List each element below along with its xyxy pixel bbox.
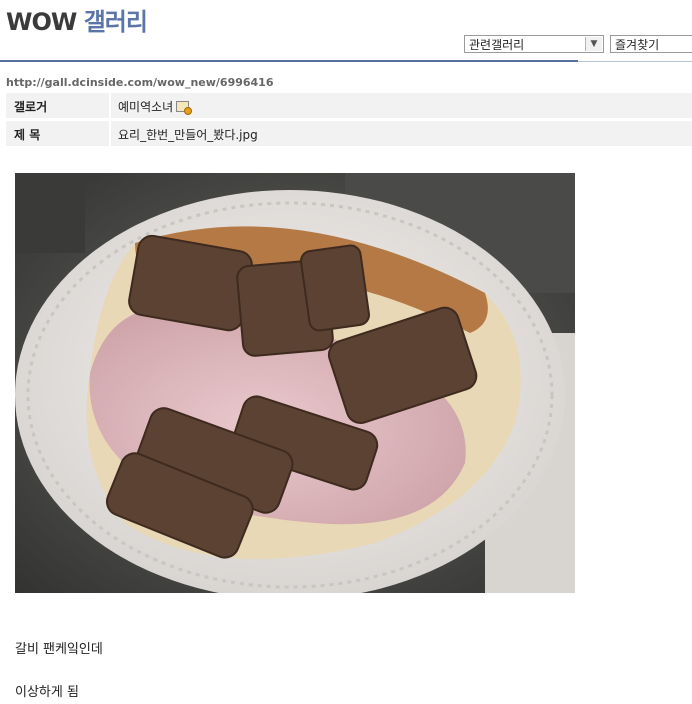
row-separator: [109, 93, 111, 118]
page-header: WOW 갤러리 관련갤러리 ▼ 즐겨찾기: [0, 0, 692, 64]
logo-wow: WOW: [6, 8, 77, 36]
favorites-select[interactable]: 즐겨찾기: [610, 35, 692, 53]
row-separator: [109, 121, 111, 146]
header-divider-light: [578, 61, 692, 62]
header-divider: [0, 60, 578, 62]
related-gallery-select[interactable]: 관련갤러리 ▼: [464, 35, 604, 53]
favorites-select-value: 즐겨찾기: [615, 38, 660, 52]
gallog-icon[interactable]: [176, 101, 193, 115]
writer-row: 갤로거 예미역소녀: [6, 93, 692, 118]
site-logo[interactable]: WOW 갤러리: [6, 6, 148, 38]
writer-label: 갤로거: [14, 100, 48, 114]
writer-name[interactable]: 예미역소녀: [118, 100, 173, 114]
body-line: 갈비 팬케잌인데: [15, 642, 103, 657]
writer-value: 예미역소녀: [118, 98, 193, 115]
title-label: 제 목: [14, 128, 41, 142]
logo-gallery: 갤러리: [83, 8, 148, 36]
title-value: 요리_한번_만들어_봤다.jpg: [118, 128, 258, 142]
body-line: 이상하게 됨: [15, 685, 79, 700]
post-image[interactable]: [15, 173, 575, 593]
chevron-down-icon[interactable]: ▼: [585, 37, 602, 51]
related-gallery-select-value: 관련갤러리: [469, 38, 525, 52]
food-photo: [15, 173, 575, 593]
post-url[interactable]: http://gall.dcinside.com/wow_new/6996416: [6, 76, 274, 89]
title-row: 제 목 요리_한번_만들어_봤다.jpg: [6, 121, 692, 146]
